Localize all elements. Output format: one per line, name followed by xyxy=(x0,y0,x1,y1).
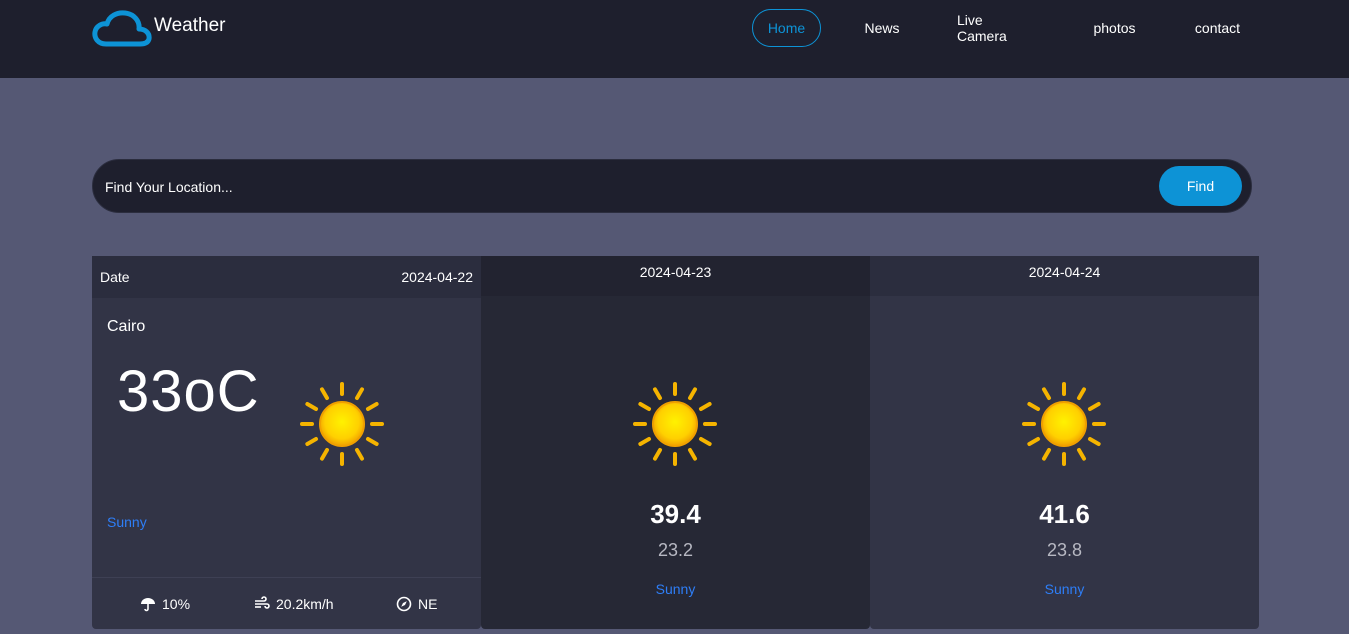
direction-value: NE xyxy=(418,596,438,612)
today-card: Date 2024-04-22 Cairo 33oC Sunny 10% 20.… xyxy=(92,256,481,629)
direction-stat: NE xyxy=(396,596,437,612)
sun-ray xyxy=(1087,437,1101,446)
cloud-icon xyxy=(92,10,152,47)
top-navbar: Weather Home News Live Camera photos con… xyxy=(0,0,1349,78)
find-button[interactable]: Find xyxy=(1159,166,1242,206)
nav-live-camera[interactable]: Live Camera xyxy=(957,9,1035,47)
sun-ray xyxy=(1042,387,1051,401)
sun-ray xyxy=(653,387,662,401)
nav-contact[interactable]: contact xyxy=(1194,9,1241,47)
sun-ray xyxy=(320,387,329,401)
search-bar: Find xyxy=(92,159,1252,213)
sun-ray xyxy=(698,437,712,446)
wind-value: 20.2km/h xyxy=(276,596,334,612)
sun-disc xyxy=(1041,401,1087,447)
forecast-date: 2024-04-23 xyxy=(639,264,712,280)
brand-name: Weather xyxy=(154,15,226,36)
sun-ray xyxy=(1042,447,1051,461)
today-card-header: Date 2024-04-22 xyxy=(92,256,481,298)
sun-ray xyxy=(638,402,652,411)
today-date: 2024-04-22 xyxy=(401,269,473,285)
sun-ray xyxy=(638,437,652,446)
forecast-date: 2024-04-24 xyxy=(1028,264,1101,280)
date-label: Date xyxy=(100,269,130,285)
forecast-condition: Sunny xyxy=(1044,581,1085,597)
max-temperature: 39.4 xyxy=(650,499,701,529)
location-search-input[interactable] xyxy=(105,174,1145,200)
today-stats: 10% 20.2km/h NE xyxy=(92,577,481,629)
sun-ray xyxy=(320,447,329,461)
sun-ray xyxy=(305,402,319,411)
sun-ray xyxy=(698,402,712,411)
nav-news[interactable]: News xyxy=(864,9,900,47)
rain-stat: 10% xyxy=(140,596,190,612)
sun-ray xyxy=(1087,402,1101,411)
sun-disc xyxy=(319,401,365,447)
forecast-condition: Sunny xyxy=(655,581,696,597)
umbrella-icon xyxy=(141,598,155,612)
nav-photos[interactable]: photos xyxy=(1092,9,1137,47)
sun-ray xyxy=(1077,447,1086,461)
sun-ray xyxy=(1027,402,1041,411)
sun-ray xyxy=(355,447,364,461)
sun-ray xyxy=(688,387,697,401)
forecast-card-header: 2024-04-24 xyxy=(870,256,1259,296)
sun-ray xyxy=(1077,387,1086,401)
sun-ray xyxy=(355,387,364,401)
today-condition: Sunny xyxy=(107,514,147,530)
sun-ray xyxy=(305,437,319,446)
brand[interactable]: Weather xyxy=(92,10,225,48)
sun-icon xyxy=(633,382,717,466)
sun-ray xyxy=(653,447,662,461)
sun-ray xyxy=(1027,437,1041,446)
forecast-card-header: 2024-04-23 xyxy=(481,256,870,296)
sun-ray xyxy=(365,402,379,411)
min-temperature: 23.8 xyxy=(1046,540,1083,560)
sun-icon xyxy=(300,382,384,466)
forecast-card: 2024-04-23 39.4 23.2 Sunny xyxy=(481,256,870,629)
rain-value: 10% xyxy=(162,596,191,612)
wind-stat: 20.2km/h xyxy=(254,596,334,612)
min-temperature: 23.2 xyxy=(657,540,694,560)
sun-ray xyxy=(688,447,697,461)
forecast-card: 2024-04-24 41.6 23.8 Sunny xyxy=(870,256,1259,629)
sun-icon xyxy=(1022,382,1106,466)
sun-ray xyxy=(365,437,379,446)
current-temperature: 33oC xyxy=(117,359,260,424)
nav-home[interactable]: Home xyxy=(752,9,821,47)
sun-disc xyxy=(652,401,698,447)
city-name: Cairo xyxy=(107,318,146,335)
max-temperature: 41.6 xyxy=(1039,499,1090,529)
wind-icon xyxy=(255,596,270,609)
compass-icon xyxy=(396,596,412,612)
